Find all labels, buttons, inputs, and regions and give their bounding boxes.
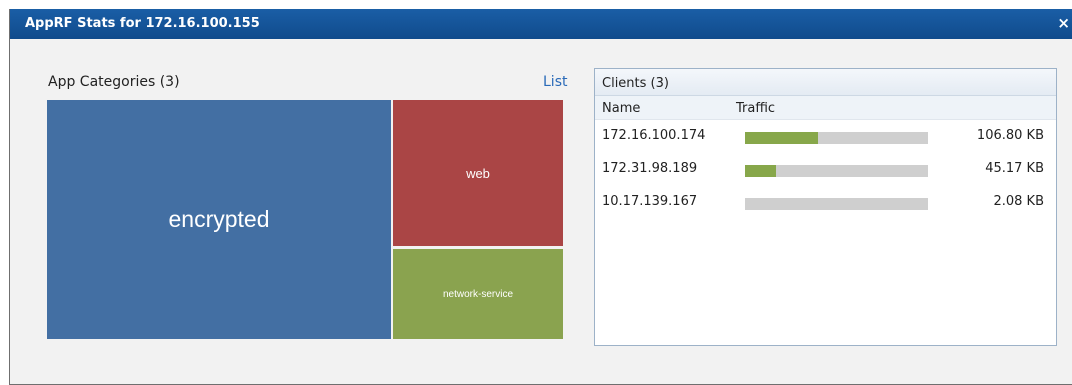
treemap-tile-label: web [466,165,490,181]
column-header-traffic[interactable]: Traffic [736,101,775,116]
dialog-titlebar[interactable]: AppRF Stats for 172.16.100.155 × [10,9,1072,39]
clients-title: Clients (3) [602,76,669,91]
treemap-tile-network-service[interactable]: network-service [393,249,563,339]
treemap-tile-encrypted[interactable]: encrypted [47,100,391,339]
treemap-tile-label: network-service [442,288,514,300]
traffic-bar-fill [745,165,777,177]
client-ip: 172.16.100.174 [602,128,706,143]
client-ip: 10.17.139.167 [602,194,698,209]
app-categories-treemap: encrypted web network-service [47,100,563,339]
table-row[interactable]: 10.17.139.167 2.08 KB [595,190,1056,214]
list-view-link[interactable]: List [543,74,567,90]
clients-header: Clients (3) [595,69,1056,96]
client-ip: 172.31.98.189 [602,161,698,176]
traffic-bar [745,132,928,144]
traffic-bar [745,198,928,210]
dialog-title: AppRF Stats for 172.16.100.155 [25,16,260,31]
client-traffic-size: 2.08 KB [993,194,1044,209]
app-categories-title: App Categories (3) [48,74,180,90]
clients-panel: Clients (3) Name Traffic 172.16.100.174 … [594,68,1057,346]
traffic-bar-fill [745,132,819,144]
table-row[interactable]: 172.16.100.174 106.80 KB [595,124,1056,148]
treemap-tile-label: encrypted [168,206,270,232]
traffic-bar [745,165,928,177]
close-icon[interactable]: × [1057,14,1070,32]
apprf-stats-dialog: AppRF Stats for 172.16.100.155 × App Cat… [9,9,1072,385]
clients-column-headers: Name Traffic [595,96,1056,120]
treemap-tile-web[interactable]: web [393,100,563,246]
column-header-name[interactable]: Name [602,101,640,116]
client-traffic-size: 106.80 KB [976,128,1044,143]
table-row[interactable]: 172.31.98.189 45.17 KB [595,157,1056,181]
client-traffic-size: 45.17 KB [985,161,1044,176]
